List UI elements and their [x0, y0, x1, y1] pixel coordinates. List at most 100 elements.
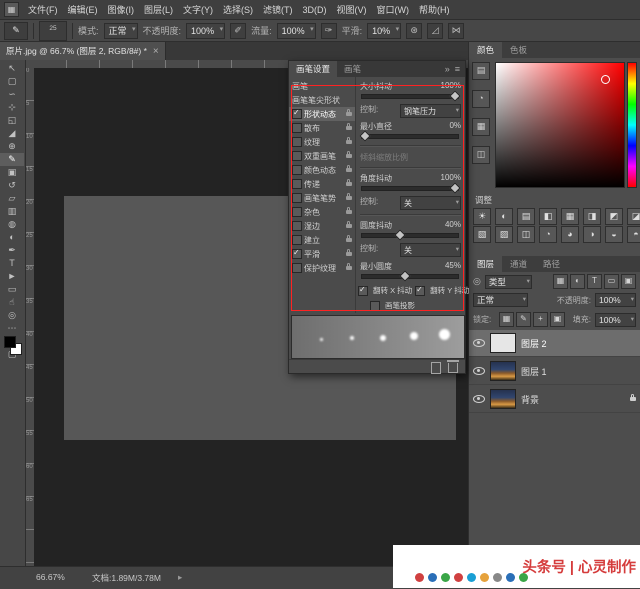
- zoom-tool-icon[interactable]: ◎: [0, 309, 24, 322]
- adjustment-icon[interactable]: ◕: [561, 226, 579, 243]
- lock-icon[interactable]: [346, 154, 352, 158]
- dodge-tool-icon[interactable]: ◐: [0, 231, 24, 244]
- adjustment-icon[interactable]: ▤: [517, 208, 535, 225]
- brush-panel-item-protect-texture[interactable]: 保护纹理: [289, 261, 355, 275]
- checkbox[interactable]: [292, 263, 302, 273]
- brush-panel-item-tip-shape[interactable]: 画笔笔尖形状: [289, 93, 355, 107]
- menu-item-3d[interactable]: 3D(D): [298, 5, 332, 15]
- collapsed-panel-icon[interactable]: ◫: [472, 146, 490, 164]
- lock-icon[interactable]: [346, 266, 352, 270]
- adjustment-icon[interactable]: ◧: [539, 208, 557, 225]
- hue-slider[interactable]: [627, 62, 637, 188]
- adjustment-icon[interactable]: ◨: [583, 208, 601, 225]
- menu-item-layer[interactable]: 图层(L): [139, 3, 178, 16]
- smoothing-options-icon[interactable]: ⊛: [406, 23, 422, 39]
- crop-tool-icon[interactable]: ◱: [0, 114, 24, 127]
- layer-name[interactable]: 图层 1: [521, 365, 547, 378]
- brush-panel-item-brush-pose[interactable]: 画笔笔势: [289, 191, 355, 205]
- layer-thumbnail[interactable]: [490, 361, 516, 381]
- color-saturation-field[interactable]: [495, 62, 625, 188]
- layer-name[interactable]: 背景: [521, 393, 539, 406]
- menu-item-image[interactable]: 图像(I): [103, 3, 140, 16]
- checkbox[interactable]: [292, 193, 302, 203]
- history-brush-tool-icon[interactable]: ↺: [0, 179, 24, 192]
- move-tool-icon[interactable]: ↖: [0, 62, 24, 75]
- menu-item-type[interactable]: 文字(Y): [178, 3, 218, 16]
- checkbox[interactable]: [292, 165, 302, 175]
- hand-tool-icon[interactable]: ☝: [0, 296, 24, 309]
- min-roundness-slider[interactable]: [361, 274, 459, 279]
- brush-panel-item-texture[interactable]: 纹理: [289, 135, 355, 149]
- brush-angle-icon[interactable]: ◿: [427, 23, 443, 39]
- lock-icon[interactable]: [346, 112, 352, 116]
- layer-thumbnail[interactable]: [490, 333, 516, 353]
- clone-stamp-tool-icon[interactable]: ▣: [0, 166, 24, 179]
- new-brush-icon[interactable]: [431, 362, 441, 374]
- brush-panel-item-dual-brush[interactable]: 双重画笔: [289, 149, 355, 163]
- layer-row-layer2[interactable]: 图层 2: [469, 330, 640, 357]
- shape-tool-icon[interactable]: ▭: [0, 283, 24, 296]
- brush-panel-item-transfer[interactable]: 传递: [289, 177, 355, 191]
- adjustment-icon[interactable]: ◫: [517, 226, 535, 243]
- menu-item-file[interactable]: 文件(F): [23, 3, 63, 16]
- tab-layers[interactable]: 图层: [469, 256, 502, 272]
- flow-dropdown[interactable]: 100%: [277, 23, 316, 39]
- edit-toolbar-icon[interactable]: ⋯: [0, 322, 24, 335]
- brush-panel-item-wet-edges[interactable]: 湿边: [289, 219, 355, 233]
- airbrush-icon[interactable]: ✑: [321, 23, 337, 39]
- close-tab-icon[interactable]: ×: [153, 46, 159, 57]
- brush-panel-item-brushes[interactable]: 画笔: [289, 79, 355, 93]
- brush-panel-item-scattering[interactable]: 散布: [289, 121, 355, 135]
- brush-panel-item-color-dynamics[interactable]: 颜色动态: [289, 163, 355, 177]
- adjustment-icon[interactable]: ◓: [627, 226, 640, 243]
- gradient-tool-icon[interactable]: ▥: [0, 205, 24, 218]
- checkbox[interactable]: [292, 109, 302, 119]
- visibility-eye-icon[interactable]: [473, 367, 485, 375]
- menu-item-edit[interactable]: 编辑(E): [63, 3, 103, 16]
- layer-opacity-dropdown[interactable]: 100%: [595, 293, 636, 307]
- checkbox[interactable]: [358, 286, 368, 296]
- healing-brush-tool-icon[interactable]: ⊕: [0, 140, 24, 153]
- adjustment-icon[interactable]: ◑: [583, 226, 601, 243]
- angle-control-dropdown[interactable]: 关: [400, 196, 461, 210]
- lock-icon[interactable]: [346, 252, 352, 256]
- lock-icon[interactable]: [346, 182, 352, 186]
- menu-item-window[interactable]: 窗口(W): [372, 3, 415, 16]
- checkbox[interactable]: [292, 123, 302, 133]
- adjustment-icon[interactable]: ◒: [605, 226, 623, 243]
- status-options-icon[interactable]: ▸: [178, 572, 182, 583]
- angle-jitter-slider[interactable]: [361, 186, 459, 191]
- collapsed-panel-icon[interactable]: ◔: [472, 90, 490, 108]
- lock-icon[interactable]: [346, 196, 352, 200]
- collapsed-panel-icon[interactable]: ▤: [472, 62, 490, 80]
- layer-thumbnail[interactable]: [490, 389, 516, 409]
- filter-kind-dropdown[interactable]: 类型: [485, 275, 532, 289]
- adjustment-icon[interactable]: ◐: [495, 208, 513, 225]
- layer-filter-icon[interactable]: ◐: [570, 274, 585, 289]
- adjustment-icon[interactable]: ◩: [605, 208, 623, 225]
- adjustment-icon[interactable]: ◪: [627, 208, 640, 225]
- layer-filter-icon[interactable]: ▣: [621, 274, 636, 289]
- eraser-tool-icon[interactable]: ▱: [0, 192, 24, 205]
- zoom-level[interactable]: 66.67%: [36, 572, 65, 582]
- roundness-control-dropdown[interactable]: 关: [400, 243, 461, 257]
- quick-selection-tool-icon[interactable]: ⊹: [0, 101, 24, 114]
- lock-icon[interactable]: [346, 224, 352, 228]
- smoothing-dropdown[interactable]: 10%: [367, 23, 401, 39]
- adjustment-icon[interactable]: ▦: [561, 208, 579, 225]
- roundness-jitter-slider[interactable]: [361, 233, 459, 238]
- lock-icon[interactable]: [346, 126, 352, 130]
- adjustment-icon[interactable]: ☀: [473, 208, 491, 225]
- lock-icon[interactable]: [346, 140, 352, 144]
- lock-icon[interactable]: [346, 238, 352, 242]
- brush-panel-item-smoothing[interactable]: 平滑: [289, 247, 355, 261]
- delete-brush-icon[interactable]: [448, 363, 458, 373]
- layer-filter-icon[interactable]: T: [587, 274, 602, 289]
- panel-menu-icon[interactable]: ≡: [455, 61, 460, 77]
- blur-tool-icon[interactable]: ◍: [0, 218, 24, 231]
- lock-option-icon[interactable]: ▦: [499, 312, 514, 327]
- path-selection-tool-icon[interactable]: ►: [0, 270, 24, 283]
- brush-preset-picker[interactable]: 25: [39, 21, 67, 41]
- collapse-panel-icon[interactable]: »: [445, 61, 450, 77]
- layer-row-layer1[interactable]: 图层 1: [469, 358, 640, 385]
